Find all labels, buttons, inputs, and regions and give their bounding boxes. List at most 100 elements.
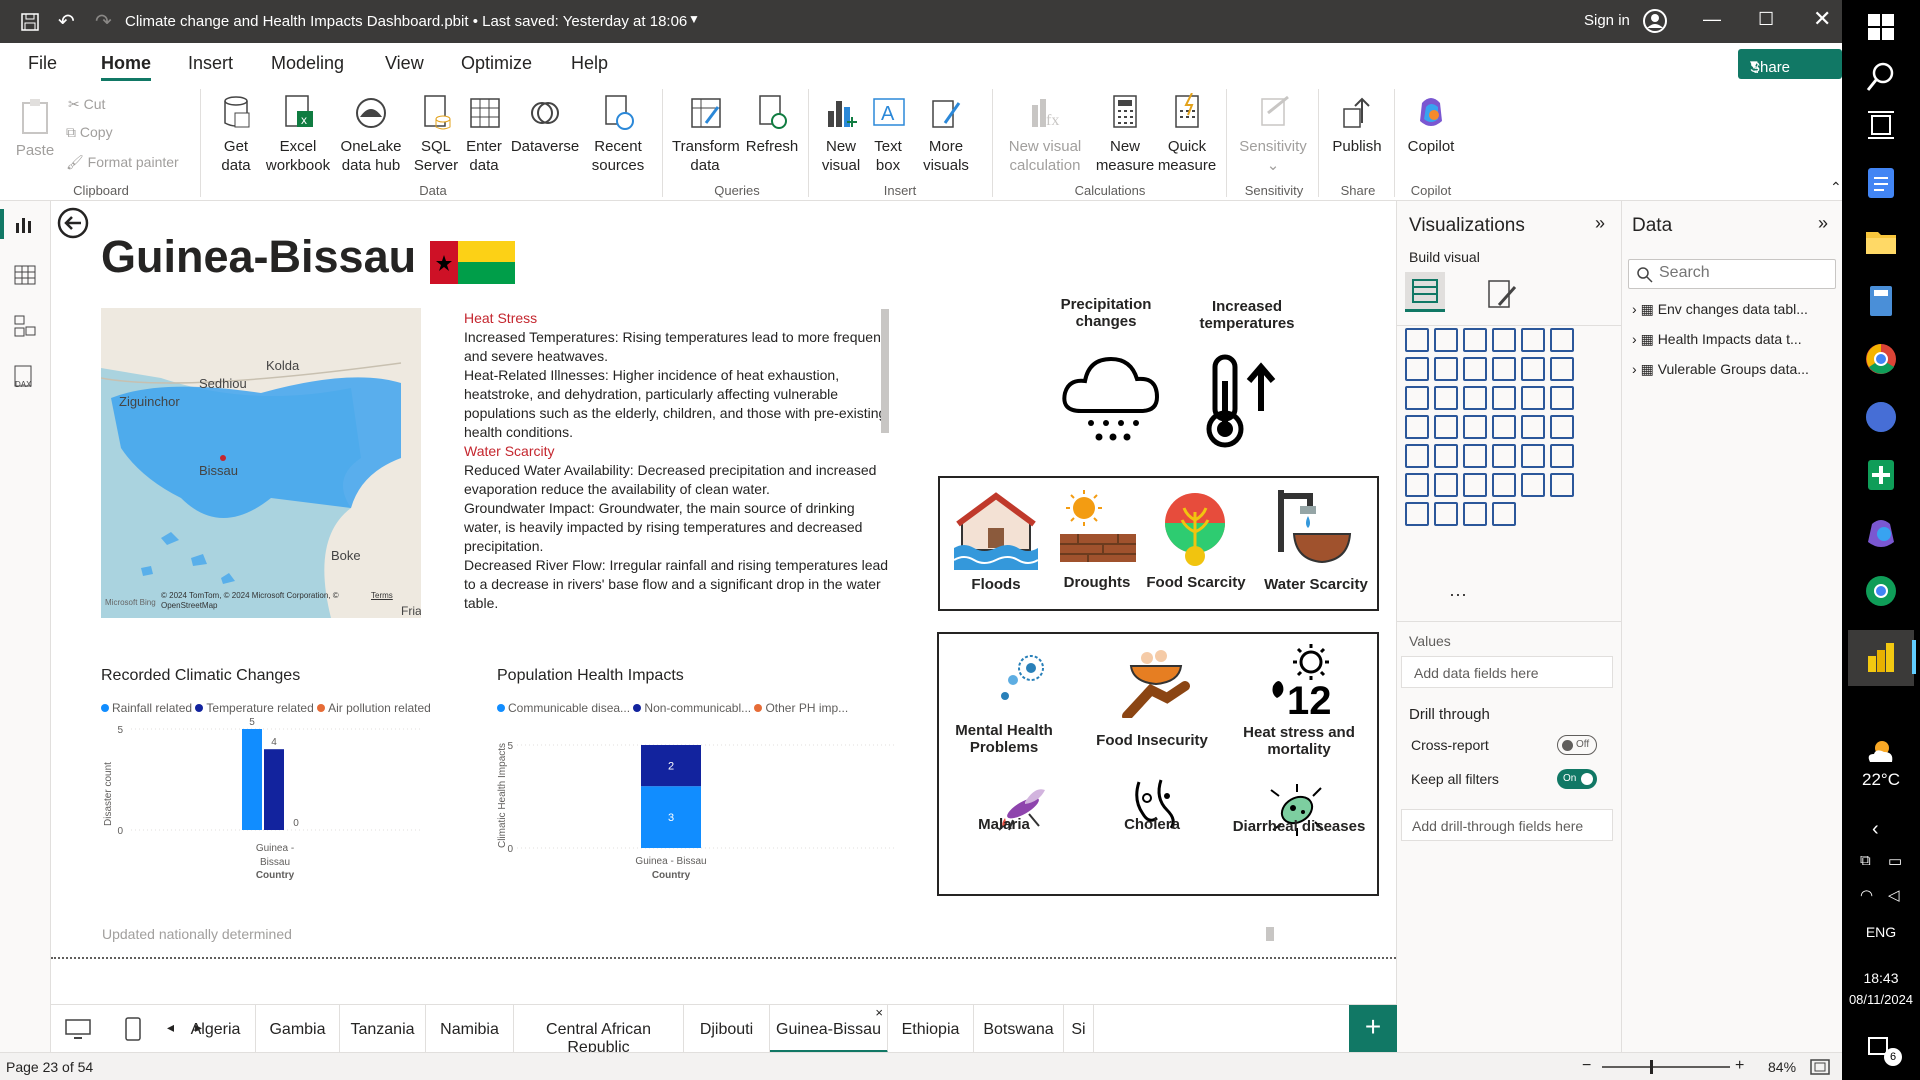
page-tab[interactable]: Ethiopia xyxy=(888,1005,974,1053)
more-visuals-button[interactable]: More visuals xyxy=(914,93,978,175)
language-indicator[interactable]: ENG xyxy=(1842,924,1920,940)
close-button[interactable]: ✕ xyxy=(1813,6,1831,32)
window-title[interactable]: Climate change and Health Impacts Dashbo… xyxy=(125,13,687,30)
chevron-down-icon[interactable]: ▼ xyxy=(688,12,700,26)
menu-file[interactable]: File xyxy=(28,53,57,74)
r-visual-visual-icon[interactable] xyxy=(1405,473,1429,497)
collapse-ribbon-icon[interactable]: ⌃ xyxy=(1830,179,1842,196)
docs-app-icon[interactable] xyxy=(1864,166,1898,200)
menu-view[interactable]: View xyxy=(385,53,424,74)
card-visual-icon[interactable] xyxy=(1405,444,1429,468)
key-influencers-visual-icon[interactable] xyxy=(1463,473,1487,497)
build-visual-tab[interactable] xyxy=(1405,272,1445,312)
line-column-visual-icon[interactable] xyxy=(1521,357,1545,381)
table-item[interactable]: › ▦ Env changes data tabl... xyxy=(1632,301,1842,331)
treemap-visual-icon[interactable] xyxy=(1405,415,1429,439)
bar[interactable] xyxy=(242,729,262,830)
stacked-column-visual-icon[interactable] xyxy=(1434,328,1458,352)
page-tab[interactable]: Gambia xyxy=(256,1005,340,1053)
meet-now-icon[interactable]: ⧉ xyxy=(1860,852,1871,869)
recent-sources-button[interactable]: Recent sources xyxy=(590,93,646,175)
zoom-slider[interactable] xyxy=(1602,1060,1730,1074)
weather-icon[interactable] xyxy=(1864,734,1898,768)
ribbon-visual-icon[interactable] xyxy=(1405,386,1429,410)
back-arrow-icon[interactable] xyxy=(57,207,89,239)
search-icon[interactable] xyxy=(1864,60,1898,94)
onelake-button[interactable]: OneLake data hub xyxy=(334,93,408,175)
python-visual-visual-icon[interactable] xyxy=(1434,473,1458,497)
page-tab[interactable]: Central African Republic xyxy=(514,1005,684,1056)
page-tab[interactable]: Algeria xyxy=(176,1005,256,1053)
new-visual-calculation-button[interactable]: fx New visual calculation xyxy=(1000,93,1090,175)
fit-to-page-icon[interactable] xyxy=(1810,1059,1830,1075)
menu-insert[interactable]: Insert xyxy=(188,53,233,74)
values-well[interactable]: Add data fields here xyxy=(1401,656,1613,688)
dataverse-button[interactable]: Dataverse xyxy=(510,93,580,156)
table-item[interactable]: › ▦ Health Impacts data t... xyxy=(1632,331,1842,361)
scatter-visual-icon[interactable] xyxy=(1492,386,1516,410)
get-data-button[interactable]: Get data xyxy=(210,93,262,175)
minimize-button[interactable]: — xyxy=(1703,9,1721,30)
share-button[interactable]: ⇪ Share ▾ xyxy=(1738,49,1842,79)
sensitivity-button[interactable]: Sensitivity ⌄ xyxy=(1236,93,1310,175)
page-tab[interactable]: Botswana xyxy=(974,1005,1064,1053)
zoom-out-icon[interactable]: − xyxy=(1582,1057,1591,1075)
drill-through-well[interactable]: Add drill-through fields here xyxy=(1401,809,1613,841)
menu-modeling[interactable]: Modeling xyxy=(271,53,344,74)
cut-button[interactable]: ✂ Cut xyxy=(68,95,105,114)
table-item[interactable]: › ▦ Vulerable Groups data... xyxy=(1632,361,1842,391)
powerbi-taskbar-item[interactable] xyxy=(1848,630,1914,686)
menu-help[interactable]: Help xyxy=(571,53,608,74)
refresh-button[interactable]: Refresh xyxy=(744,93,800,156)
quick-measure-button[interactable]: Quick measure xyxy=(1156,93,1218,175)
format-painter-button[interactable]: 🖌 Format painter xyxy=(66,153,179,172)
account-icon[interactable] xyxy=(1642,8,1668,34)
filled-map-visual-icon[interactable] xyxy=(1463,415,1487,439)
calculator-app-icon[interactable] xyxy=(1864,284,1898,318)
multi-card-visual-icon[interactable] xyxy=(1434,444,1458,468)
sheets-icon[interactable] xyxy=(1864,458,1898,492)
clock-date[interactable]: 08/11/2024 xyxy=(1842,992,1920,1007)
page-tab[interactable]: Guinea-Bissau × xyxy=(770,1005,888,1053)
mobile-layout-icon[interactable] xyxy=(125,1017,141,1041)
zoom-slider-thumb[interactable] xyxy=(1650,1060,1653,1074)
menu-home[interactable]: Home xyxy=(101,53,152,81)
narrative-visual-icon[interactable] xyxy=(1550,473,1574,497)
page-tab[interactable]: Djibouti xyxy=(684,1005,770,1053)
chevron-left-icon[interactable]: ‹ xyxy=(1872,818,1879,841)
funnel-visual-icon[interactable] xyxy=(1463,386,1487,410)
maximize-button[interactable]: ☐ xyxy=(1758,9,1774,30)
line-clustered-visual-icon[interactable] xyxy=(1550,357,1574,381)
power-automate-visual-icon[interactable] xyxy=(1492,502,1516,526)
task-view-icon[interactable] xyxy=(1864,108,1898,142)
copilot-button[interactable]: Copilot xyxy=(1402,93,1460,156)
page-tab[interactable]: Si xyxy=(1064,1005,1094,1053)
close-tab-icon[interactable]: × xyxy=(875,1005,883,1020)
clustered-column-visual-icon[interactable] xyxy=(1492,328,1516,352)
more-visuals-icon[interactable]: ··· xyxy=(1449,584,1467,605)
zoom-in-icon[interactable]: + xyxy=(1735,1057,1744,1075)
new-visual-button[interactable]: New visual xyxy=(818,93,864,175)
pie-visual-icon[interactable] xyxy=(1521,386,1545,410)
table-visual-icon[interactable] xyxy=(1521,444,1545,468)
new-measure-button[interactable]: New measure xyxy=(1094,93,1156,175)
chrome-profile-icon[interactable] xyxy=(1864,574,1898,608)
report-view-icon[interactable] xyxy=(14,215,36,235)
battery-icon[interactable]: ▭ xyxy=(1888,852,1902,870)
sql-server-button[interactable]: SQL Server xyxy=(412,93,460,175)
matrix-visual-icon[interactable] xyxy=(1550,444,1574,468)
azure-map-visual-icon[interactable] xyxy=(1521,415,1545,439)
sign-in-link[interactable]: Sign in xyxy=(1584,12,1630,29)
map-visual[interactable]: Kolda Sedhiou Ziguinchor Bissau Boke Fri… xyxy=(101,308,421,618)
stacked-area-visual-icon[interactable] xyxy=(1463,357,1487,381)
prev-page-icon[interactable]: ◂ xyxy=(167,1019,174,1036)
area-visual-icon[interactable] xyxy=(1434,357,1458,381)
map-visual-icon[interactable] xyxy=(1434,415,1458,439)
donut-visual-icon[interactable] xyxy=(1550,386,1574,410)
narrative-textbox[interactable]: Heat Stress Increased Temperatures: Risi… xyxy=(464,309,894,619)
kpi-visual-icon[interactable] xyxy=(1463,444,1487,468)
line-visual-icon[interactable] xyxy=(1405,357,1429,381)
copilot-taskbar-icon[interactable] xyxy=(1864,516,1898,550)
100pct-area-visual-icon[interactable] xyxy=(1492,357,1516,381)
windows-start-icon[interactable] xyxy=(1864,10,1898,44)
